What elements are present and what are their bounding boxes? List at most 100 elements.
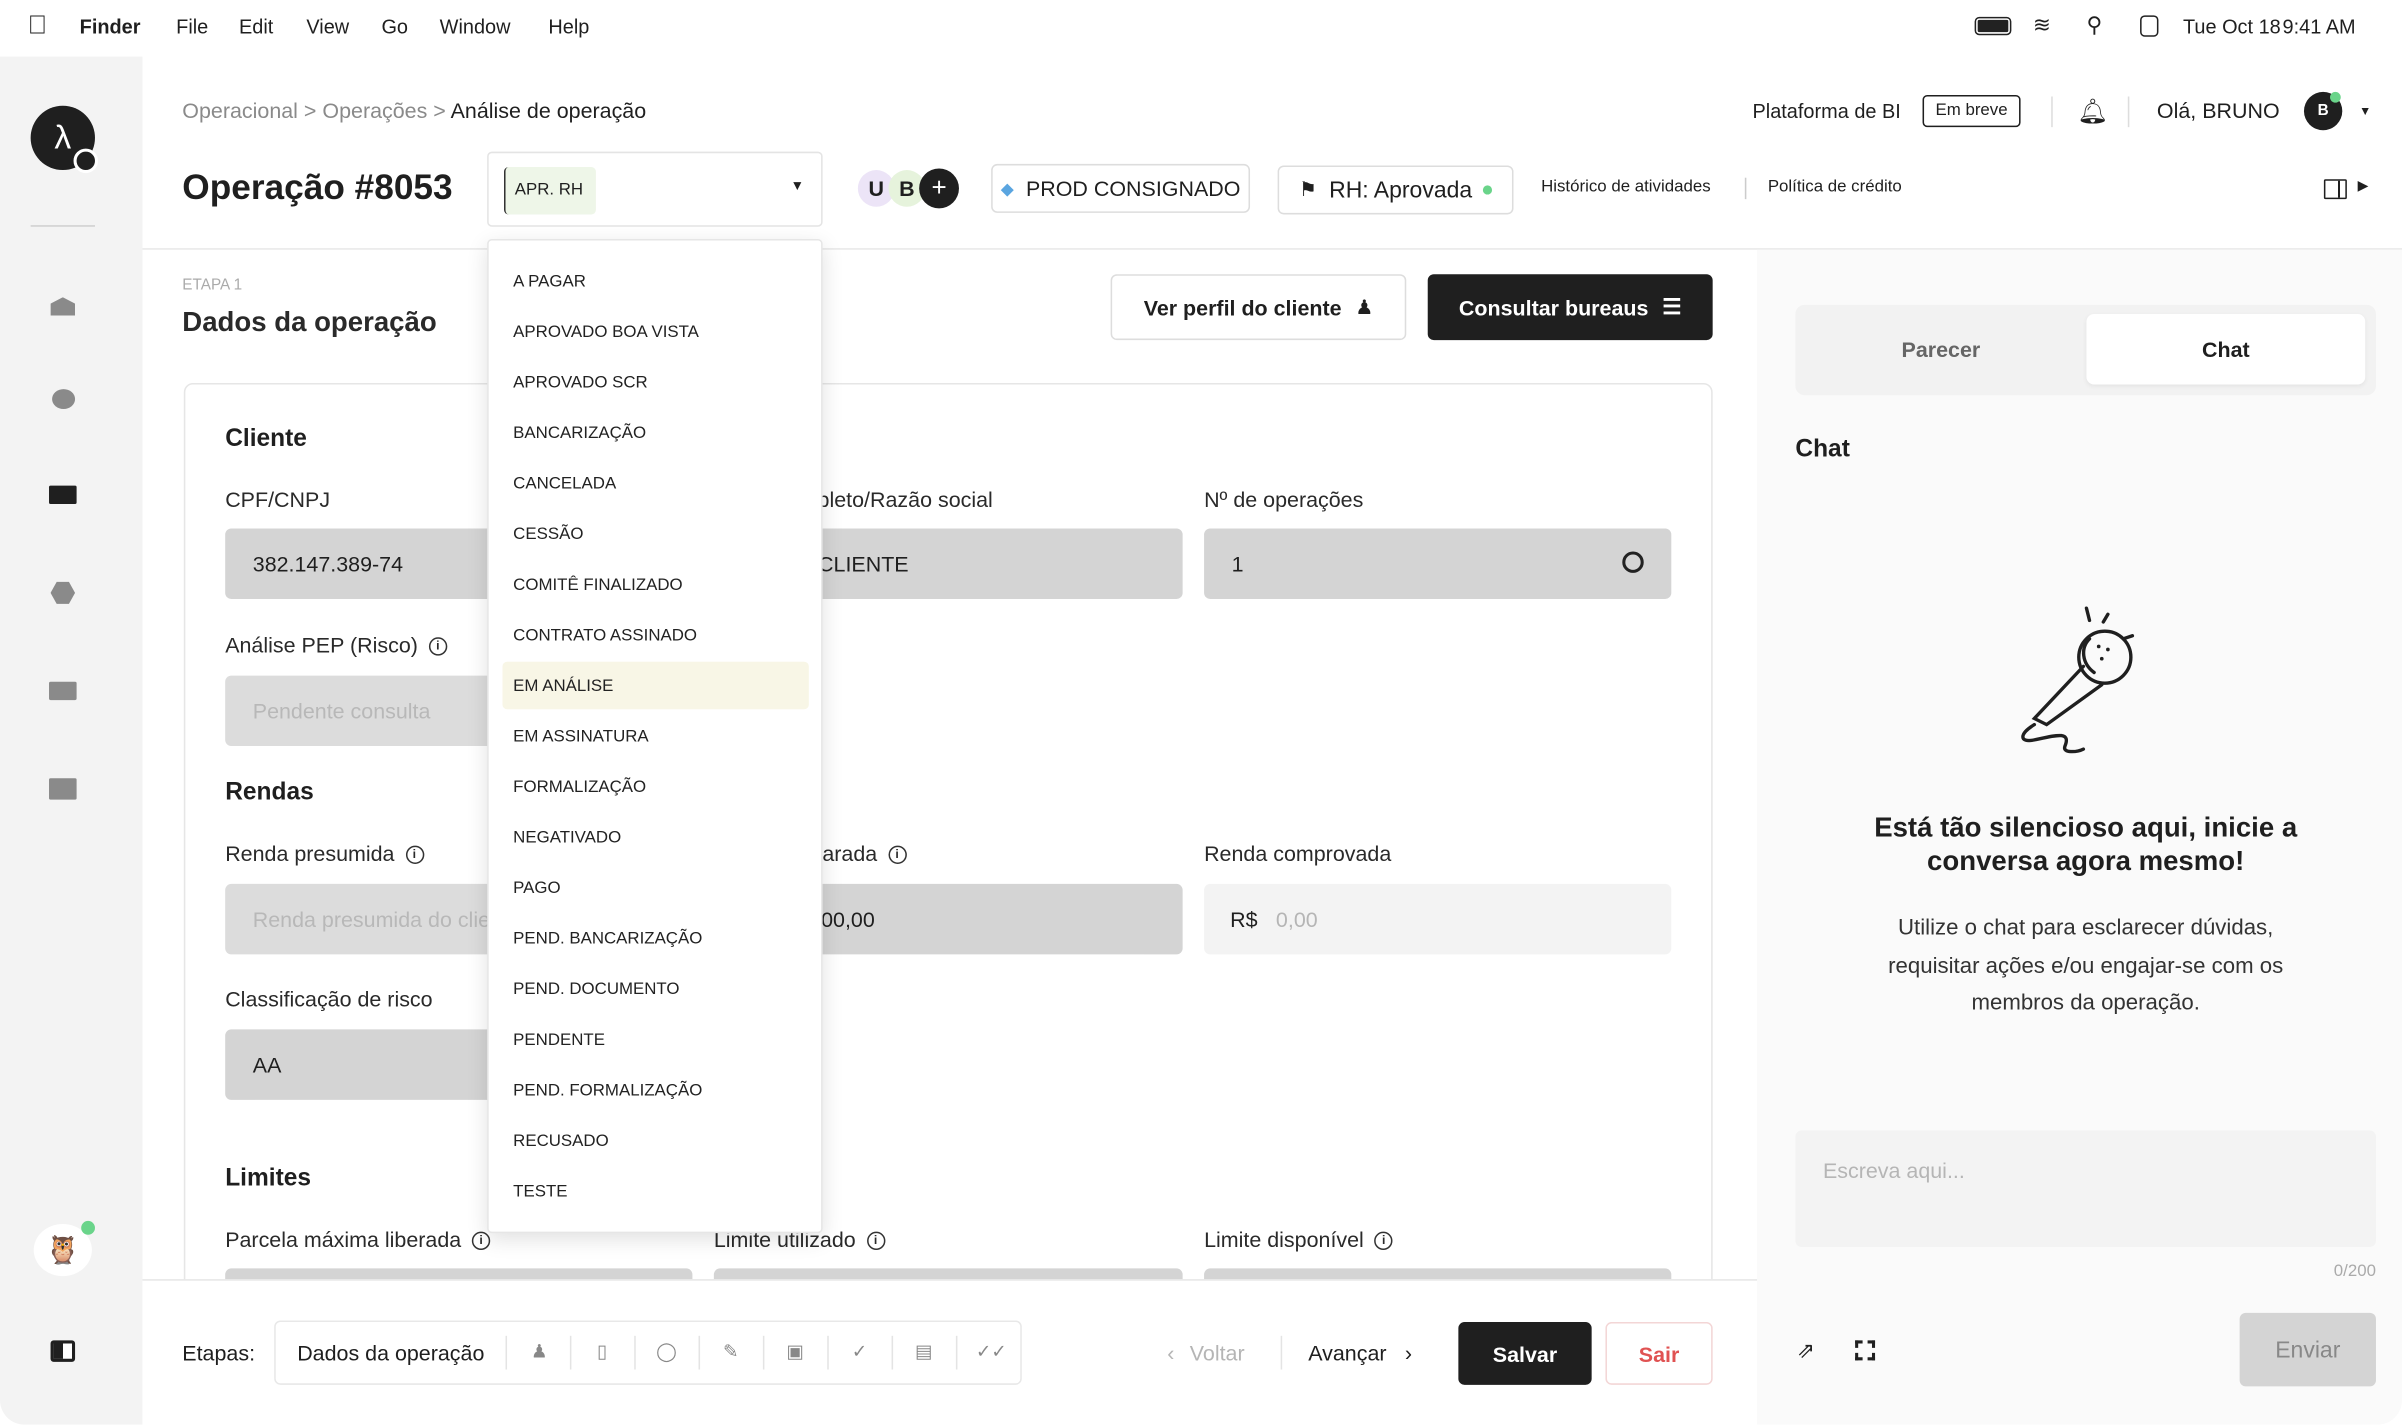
sidebar-item-settings[interactable]: [47, 578, 78, 609]
add-member-button[interactable]: +: [919, 168, 959, 209]
breadcrumb: Operacional > Operações > Análise de ope…: [182, 98, 646, 123]
menu-view[interactable]: View: [306, 15, 349, 38]
panel-toggle-icon[interactable]: [2323, 179, 2347, 200]
breadcrumb-operacoes[interactable]: Operações: [322, 98, 427, 123]
chevron-right-icon[interactable]: ▶: [2358, 178, 2369, 195]
status-option[interactable]: BANCARIZAÇÃO: [502, 409, 808, 456]
status-option[interactable]: CANCELADA: [502, 460, 808, 507]
link-historico[interactable]: Histórico de atividades: [1541, 178, 1711, 196]
sidebar-item-profile[interactable]: [47, 383, 78, 414]
consult-bureaus-button[interactable]: Consultar bureaus ☰: [1427, 274, 1713, 341]
save-button[interactable]: Salvar: [1458, 1322, 1592, 1385]
open-external-icon[interactable]: ⇗: [1797, 1337, 1815, 1363]
collapse-sidebar-icon[interactable]: [50, 1340, 76, 1362]
menu-window[interactable]: Window: [440, 15, 511, 38]
cpf-label: CPF/CNPJ: [225, 487, 331, 512]
menubar-time: 9:41 AM: [2282, 15, 2356, 39]
apple-icon[interactable]: : [28, 11, 48, 42]
status-option[interactable]: PENDENTE: [502, 1016, 808, 1063]
tab-chat[interactable]: Chat: [2086, 314, 2366, 385]
breadcrumb-operacional[interactable]: Operacional: [182, 98, 298, 123]
status-option[interactable]: PAGO: [502, 864, 808, 911]
bell-icon[interactable]: 🔔︎: [2077, 97, 2108, 128]
status-option[interactable]: TESTE: [502, 1167, 808, 1214]
step-shield-icon[interactable]: ◯: [656, 1340, 677, 1361]
info-icon[interactable]: i: [405, 846, 424, 865]
status-option[interactable]: CESSÃO: [502, 510, 808, 557]
divider: [569, 1335, 572, 1370]
wifi-icon[interactable]: ≋: [2033, 12, 2051, 38]
search-icon[interactable]: ⚲: [2086, 12, 2102, 38]
rh-status-button[interactable]: ⚑ RH: Aprovada: [1277, 165, 1514, 215]
ops-value: 1: [1231, 551, 1244, 576]
step-sign-icon[interactable]: ✎: [720, 1340, 741, 1361]
battery-icon[interactable]: [1974, 16, 2012, 36]
view-client-profile-button[interactable]: Ver perfil do cliente ♟︎: [1110, 274, 1407, 341]
sidebar-item-safe[interactable]: [47, 774, 78, 805]
status-option[interactable]: PEND. FORMALIZAÇÃO: [502, 1066, 808, 1113]
info-icon[interactable]: i: [471, 1232, 491, 1251]
sidebar-item-cards[interactable]: [47, 479, 78, 510]
status-option[interactable]: EM ANÁLISE: [502, 661, 809, 710]
menu-edit[interactable]: Edit: [239, 15, 273, 38]
info-icon[interactable]: i: [887, 846, 907, 865]
exit-button[interactable]: Sair: [1605, 1322, 1713, 1385]
info-icon[interactable]: i: [866, 1232, 885, 1251]
step-checklist-icon[interactable]: ▤: [913, 1340, 934, 1361]
product-tag-button[interactable]: ◆ PROD CONSIGNADO: [991, 163, 1251, 213]
app-logo[interactable]: λ: [30, 105, 99, 174]
status-option[interactable]: COMITÊ FINALIZADO: [502, 561, 808, 608]
owl-avatar[interactable]: 🦉: [33, 1220, 95, 1277]
next-button[interactable]: Avançar ›: [1308, 1340, 1412, 1365]
step-wallet-icon[interactable]: ▣: [784, 1340, 805, 1361]
step-current[interactable]: Dados da operação: [297, 1340, 484, 1365]
menu-file[interactable]: File: [176, 15, 208, 38]
online-indicator: [2330, 91, 2341, 103]
status-option[interactable]: NEGATIVADO: [502, 813, 808, 860]
menu-help[interactable]: Help: [548, 15, 589, 38]
step-check-icon[interactable]: ✓: [849, 1340, 870, 1361]
status-option[interactable]: A PAGAR: [502, 257, 808, 304]
back-button[interactable]: ‹ Voltar: [1167, 1340, 1244, 1365]
menu-bar:  Finder File Edit View Go Window Help ≋…: [0, 0, 2402, 56]
status-option[interactable]: PEND. DOCUMENTO: [502, 965, 808, 1012]
chat-empty-title: Está tão silencioso aqui, inicie a conve…: [1874, 811, 2298, 877]
status-option[interactable]: EM ASSINATURA: [502, 712, 808, 759]
status-option[interactable]: FORMALIZAÇÃO: [502, 763, 808, 810]
renda-comprovada-label: Renda comprovada: [1204, 841, 1392, 866]
bi-platform-label[interactable]: Plataforma de BI: [1752, 100, 1900, 123]
ops-field[interactable]: 1: [1204, 528, 1672, 599]
status-option[interactable]: PEND. BANCARIZAÇÃO: [502, 915, 808, 962]
breadcrumb-current: Análise de operação: [450, 98, 647, 123]
control-center-icon[interactable]: [2140, 15, 2159, 37]
renda-comprovada-field[interactable]: R$ 0,00: [1204, 883, 1672, 955]
online-indicator: [81, 1220, 95, 1235]
sidebar-item-home[interactable]: [47, 291, 78, 322]
sidebar-item-wallet[interactable]: [47, 676, 78, 707]
status-option[interactable]: RECUSADO: [502, 1117, 808, 1164]
user-menu-chevron-icon[interactable]: ▼: [2359, 104, 2371, 118]
link-politica[interactable]: Política de crédito: [1768, 178, 1902, 196]
status-option[interactable]: APROVADO BOA VISTA: [502, 308, 808, 355]
eye-icon[interactable]: [1622, 551, 1644, 573]
menubar-date: Tue Oct 18: [2182, 15, 2281, 39]
consult-bureaus-label: Consultar bureaus: [1458, 294, 1649, 320]
step-client-icon[interactable]: ♟︎: [529, 1340, 550, 1361]
status-dot: [1482, 185, 1493, 195]
menu-go[interactable]: Go: [381, 15, 408, 38]
step-double-check-icon[interactable]: ✓✓: [976, 1340, 1007, 1361]
chat-heading: Chat: [1795, 436, 1850, 463]
step-document-icon[interactable]: ▯: [591, 1340, 612, 1361]
sidebar-divider: [30, 225, 95, 227]
menu-finder[interactable]: Finder: [80, 15, 141, 38]
rh-status-label: RH: Aprovada: [1329, 176, 1473, 203]
status-option[interactable]: APROVADO SCR: [502, 358, 808, 405]
status-option[interactable]: CONTRATO ASSINADO: [502, 611, 808, 658]
send-button[interactable]: Enviar: [2239, 1312, 2376, 1387]
fullscreen-icon[interactable]: [1855, 1340, 1876, 1361]
status-select[interactable]: APR. RH ▼: [487, 151, 823, 227]
info-icon[interactable]: i: [1374, 1232, 1393, 1251]
info-icon[interactable]: i: [428, 637, 448, 657]
tab-parecer[interactable]: Parecer: [1795, 314, 2086, 384]
chat-message-input[interactable]: Escreva aqui...: [1795, 1130, 2376, 1247]
